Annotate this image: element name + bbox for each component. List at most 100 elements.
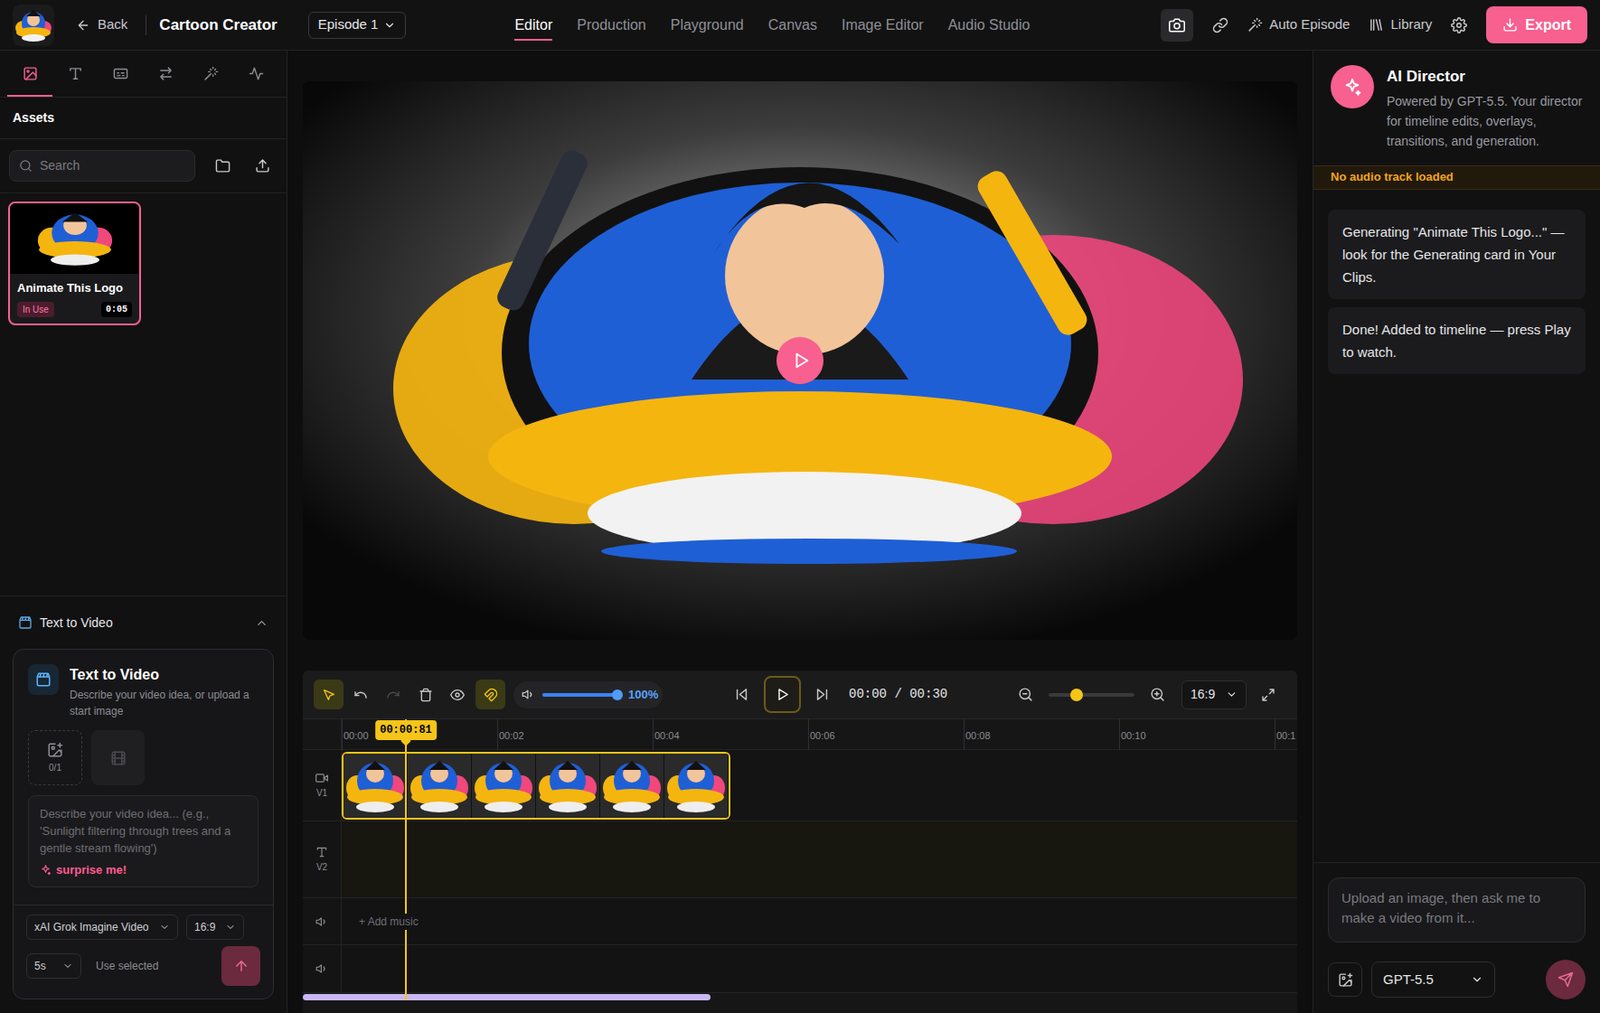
fullscreen-button[interactable]: [1261, 687, 1276, 703]
timeline-aspect-select[interactable]: 16:9: [1181, 680, 1247, 710]
timeline-tool[interactable]: [313, 679, 344, 710]
upload-icon: [254, 158, 271, 174]
prompt-input[interactable]: Describe your video idea... (e.g., 'Sunl…: [28, 795, 259, 888]
asset-search[interactable]: Search: [9, 150, 196, 182]
attach-image-button[interactable]: [1327, 962, 1363, 998]
aspect-select[interactable]: 16:9: [186, 914, 245, 941]
play-button[interactable]: [763, 676, 801, 714]
skip-back-icon: [734, 687, 750, 703]
generate-button[interactable]: [221, 946, 261, 987]
track-lane[interactable]: + Add music: [341, 898, 1298, 945]
timeline-tool[interactable]: [352, 679, 369, 710]
timeline-tool[interactable]: [417, 679, 434, 710]
model-label[interactable]: xAI Grok Imagine Video: [34, 919, 150, 936]
app-logo[interactable]: [12, 4, 55, 47]
nav-tab-label[interactable]: Editor: [514, 14, 553, 37]
sidebar-tab[interactable]: [97, 50, 143, 97]
add-music-button[interactable]: + Add music: [357, 913, 421, 931]
sidebar-tab[interactable]: [142, 50, 189, 97]
nav-tab-label[interactable]: Production: [576, 14, 647, 37]
back-button[interactable]: Back: [75, 14, 128, 36]
skip-forward-icon: [814, 687, 830, 703]
playhead[interactable]: 00:00:81: [404, 719, 407, 1001]
volume-track[interactable]: [542, 693, 618, 697]
collapse-toggle[interactable]: [254, 616, 269, 631]
use-selected-label[interactable]: Use selected: [95, 958, 159, 975]
track-kind: [315, 771, 329, 785]
timeline-tool[interactable]: [449, 679, 466, 710]
nav-tab[interactable]: Audio Studio: [948, 0, 1031, 51]
sidebar-tab[interactable]: [233, 50, 279, 97]
track-lane[interactable]: [341, 945, 1298, 993]
timeline-tool[interactable]: [385, 679, 402, 710]
track-kind: [315, 846, 329, 859]
video-preview[interactable]: [302, 81, 1298, 640]
upload-button[interactable]: [246, 150, 278, 182]
aspect-label[interactable]: 16:9: [194, 919, 216, 936]
nav-tab-label[interactable]: Playground: [670, 14, 744, 37]
zoom-track[interactable]: [1048, 693, 1135, 697]
nav-tab[interactable]: Production: [576, 0, 647, 51]
chat-input[interactable]: Upload an image, then ask me to make a v…: [1327, 877, 1586, 943]
model-select[interactable]: xAI Grok Imagine Video: [26, 914, 179, 941]
search-placeholder[interactable]: Search: [39, 156, 80, 176]
sidebar-tab[interactable]: [52, 50, 98, 97]
section-title[interactable]: Text to Video: [39, 613, 113, 633]
duration-label[interactable]: 5s: [34, 958, 47, 975]
track-lane[interactable]: [341, 821, 1298, 898]
clip-frame: [536, 753, 601, 819]
track-lane[interactable]: [341, 750, 1298, 821]
asset-card[interactable]: Animate This LogoIn Use0:05: [8, 201, 142, 326]
timeline-scrollbar[interactable]: [302, 994, 711, 1001]
zoom-thumb[interactable]: [1070, 688, 1083, 702]
nav-tab-label[interactable]: Canvas: [768, 14, 818, 37]
chat-placeholder[interactable]: Upload an image, then ask me to make a v…: [1341, 888, 1572, 929]
director-model-label[interactable]: GPT-5.5: [1383, 969, 1434, 991]
sidebar-tab[interactable]: [188, 50, 234, 97]
nav-tab-label[interactable]: Audio Studio: [948, 14, 1031, 37]
zoom-in-button[interactable]: [1149, 687, 1166, 703]
snapshot-button[interactable]: [1160, 9, 1194, 42]
nav-tab[interactable]: Playground: [670, 0, 744, 51]
director-model-select[interactable]: GPT-5.5: [1371, 961, 1496, 998]
header-action-label[interactable]: Auto Episode: [1269, 14, 1350, 36]
nav-tab-label[interactable]: Image Editor: [841, 14, 924, 37]
zoom-out-button[interactable]: [1017, 687, 1034, 703]
back-label[interactable]: Back: [97, 14, 128, 36]
card-title: Text to Video: [69, 664, 259, 687]
skip-back-button[interactable]: [734, 687, 750, 703]
timeline-ruler[interactable]: 00:0000:0200:0400:0600:0800:1000:1: [302, 719, 1298, 751]
nav-tab[interactable]: Canvas: [768, 0, 818, 51]
duration-select[interactable]: 5s: [26, 953, 82, 979]
asset-duration: 0:05: [101, 301, 132, 318]
timeline-clip[interactable]: [341, 752, 731, 820]
header-action[interactable]: Library: [1368, 14, 1432, 36]
preview-play-button[interactable]: [776, 337, 824, 385]
video-slot[interactable]: [91, 730, 145, 786]
skip-forward-button[interactable]: [814, 687, 830, 703]
sidebar-tab[interactable]: [7, 50, 53, 97]
open-folder-button[interactable]: [207, 150, 239, 182]
episode-label[interactable]: Episode 1: [318, 14, 379, 36]
settings-button[interactable]: [1450, 17, 1468, 34]
header-action-label[interactable]: Library: [1390, 14, 1432, 36]
audio-track-icon: [315, 915, 329, 929]
export-label[interactable]: Export: [1524, 14, 1572, 37]
prompt-placeholder[interactable]: Describe your video idea... (e.g., 'Sunl…: [39, 805, 247, 857]
start-image-upload[interactable]: 0/1: [28, 730, 83, 786]
wand-icon: [1247, 17, 1263, 33]
timeline-tool[interactable]: [475, 679, 506, 710]
episode-select[interactable]: Episode 1: [308, 11, 407, 39]
send-button[interactable]: [1545, 960, 1586, 1000]
surprise-label[interactable]: surprise me!: [56, 861, 127, 880]
ruler-tick: [808, 719, 810, 751]
surprise-button[interactable]: surprise me!: [39, 861, 247, 880]
section-header[interactable]: Text to Video: [0, 596, 287, 650]
nav-tab[interactable]: Image Editor: [841, 0, 924, 51]
header-action[interactable]: Auto Episode: [1247, 14, 1350, 36]
volume-thumb[interactable]: [611, 689, 623, 701]
share-link-button[interactable]: [1212, 17, 1229, 34]
aspect-label[interactable]: 16:9: [1190, 685, 1215, 705]
export-button[interactable]: Export: [1486, 6, 1588, 44]
nav-tab[interactable]: Editor: [514, 0, 553, 51]
